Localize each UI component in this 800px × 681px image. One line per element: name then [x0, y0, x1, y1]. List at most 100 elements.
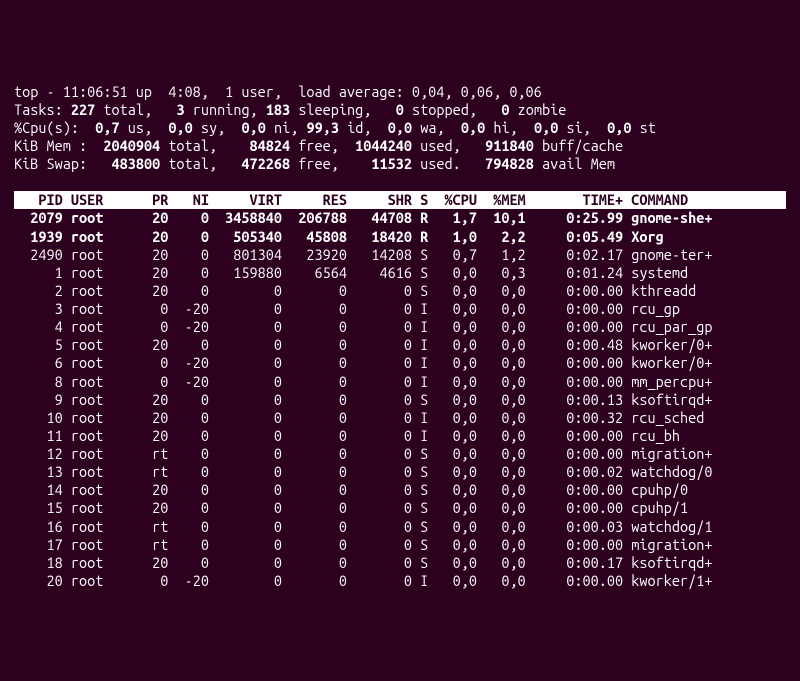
- cell-s: S: [412, 463, 428, 480]
- column-header-row[interactable]: PID USER PR NI VIRT RES SHR S %CPU %MEM …: [14, 191, 786, 209]
- process-row[interactable]: 2079 root 20 0 3458840 206788 44708 R 1,…: [14, 209, 786, 227]
- col-user[interactable]: USER: [71, 191, 144, 208]
- col-virt[interactable]: VIRT: [217, 191, 282, 208]
- process-row[interactable]: 3 root 0 -20 0 0 0 I 0,0 0,0 0:00.00 rcu…: [14, 300, 786, 318]
- cell-pr: 20: [144, 427, 168, 444]
- cell-res: 0: [290, 373, 347, 390]
- col-ni[interactable]: NI: [176, 191, 208, 208]
- cell-res: 0: [290, 554, 347, 571]
- terminal-output[interactable]: top - 11:06:51 up 4:08, 1 user, load ave…: [14, 83, 786, 591]
- cell-time: 0:00.00: [550, 354, 623, 371]
- process-row[interactable]: 15 root 20 0 0 0 0 S 0,0 0,0 0:00.00 cpu…: [14, 499, 786, 517]
- process-row[interactable]: 2490 root 20 0 801304 23920 14208 S 0,7 …: [14, 246, 786, 264]
- cell-shr: 4616: [355, 264, 412, 281]
- cell-shr: 0: [355, 391, 412, 408]
- col-mem[interactable]: %MEM: [485, 191, 526, 208]
- cell-virt: 801304: [217, 246, 282, 263]
- swap-total: 483800: [103, 155, 160, 172]
- cell-ni: 0: [176, 391, 208, 408]
- col-command[interactable]: COMMAND: [631, 191, 712, 208]
- cell-s: S: [412, 536, 428, 553]
- cell-mem: 0,0: [485, 463, 526, 480]
- cell-time: 0:05.49: [550, 228, 623, 245]
- col-shr[interactable]: SHR: [355, 191, 412, 208]
- cell-pid: 11: [14, 427, 63, 444]
- cell-ni: 0: [176, 264, 208, 281]
- cell-cpu: 0,0: [436, 264, 477, 281]
- mem-buff: 911840: [485, 137, 534, 154]
- cell-cpu: 0,0: [436, 391, 477, 408]
- process-row[interactable]: 16 root rt 0 0 0 0 S 0,0 0,0 0:00.03 wat…: [14, 518, 786, 536]
- cell-time: 0:02.17: [550, 246, 623, 263]
- process-row[interactable]: 1 root 20 0 159880 6564 4616 S 0,0 0,3 0…: [14, 264, 786, 282]
- tasks-label: Tasks:: [14, 101, 63, 118]
- cell-command: migration+: [631, 445, 712, 462]
- cell-ni: -20: [176, 354, 208, 371]
- cell-res: 0: [290, 391, 347, 408]
- cell-user: root: [71, 300, 144, 317]
- cell-mem: 10,1: [485, 209, 526, 226]
- cell-command: watchdog/0: [631, 463, 712, 480]
- cell-shr: 0: [355, 518, 412, 535]
- process-row[interactable]: 12 root rt 0 0 0 0 S 0,0 0,0 0:00.00 mig…: [14, 445, 786, 463]
- blank-line: [14, 173, 786, 191]
- col-pid[interactable]: PID: [14, 191, 63, 208]
- cell-command: gnome-she+: [631, 209, 712, 226]
- cell-pr: 20: [144, 209, 168, 226]
- process-row[interactable]: 11 root 20 0 0 0 0 I 0,0 0,0 0:00.00 rcu…: [14, 427, 786, 445]
- process-row[interactable]: 6 root 0 -20 0 0 0 I 0,0 0,0 0:00.00 kwo…: [14, 354, 786, 372]
- cell-cpu: 0,0: [436, 282, 477, 299]
- cell-shr: 0: [355, 354, 412, 371]
- cell-s: S: [412, 264, 428, 281]
- cell-pr: rt: [144, 536, 168, 553]
- col-res[interactable]: RES: [290, 191, 347, 208]
- cell-s: I: [412, 373, 428, 390]
- cell-pr: rt: [144, 445, 168, 462]
- col-pr[interactable]: PR: [144, 191, 168, 208]
- col-s[interactable]: S: [412, 191, 428, 208]
- cell-ni: 0: [176, 499, 208, 516]
- process-row[interactable]: 1939 root 20 0 505340 45808 18420 R 1,0 …: [14, 228, 786, 246]
- cell-user: root: [71, 354, 144, 371]
- cell-user: root: [71, 409, 144, 426]
- process-row[interactable]: 14 root 20 0 0 0 0 S 0,0 0,0 0:00.00 cpu…: [14, 481, 786, 499]
- cell-virt: 0: [217, 427, 282, 444]
- cell-virt: 0: [217, 481, 282, 498]
- process-row[interactable]: 13 root rt 0 0 0 0 S 0,0 0,0 0:00.02 wat…: [14, 463, 786, 481]
- cpu-us: 0,7: [95, 119, 119, 136]
- process-row[interactable]: 8 root 0 -20 0 0 0 I 0,0 0,0 0:00.00 mm_…: [14, 373, 786, 391]
- process-row[interactable]: 10 root 20 0 0 0 0 I 0,0 0,0 0:00.32 rcu…: [14, 409, 786, 427]
- cell-pid: 2: [14, 282, 63, 299]
- cell-time: 0:00.48: [550, 336, 623, 353]
- cell-command: watchdog/1: [631, 518, 712, 535]
- cell-virt: 0: [217, 300, 282, 317]
- cell-user: root: [71, 572, 144, 589]
- process-row[interactable]: 4 root 0 -20 0 0 0 I 0,0 0,0 0:00.00 rcu…: [14, 318, 786, 336]
- cell-virt: 159880: [217, 264, 282, 281]
- cell-user: root: [71, 445, 144, 462]
- process-row[interactable]: 5 root 20 0 0 0 0 I 0,0 0,0 0:00.48 kwor…: [14, 336, 786, 354]
- cell-user: root: [71, 336, 144, 353]
- cell-command: ksoftirqd+: [631, 391, 712, 408]
- col-cpu[interactable]: %CPU: [436, 191, 477, 208]
- process-row[interactable]: 9 root 20 0 0 0 0 S 0,0 0,0 0:00.13 ksof…: [14, 391, 786, 409]
- cell-mem: 0,0: [485, 445, 526, 462]
- cell-ni: 0: [176, 427, 208, 444]
- process-row[interactable]: 17 root rt 0 0 0 0 S 0,0 0,0 0:00.00 mig…: [14, 536, 786, 554]
- col-time[interactable]: TIME+: [550, 191, 623, 208]
- cell-pid: 12: [14, 445, 63, 462]
- cell-command: cpuhp/0: [631, 481, 688, 498]
- cell-pr: 0: [144, 572, 168, 589]
- process-row[interactable]: 20 root 0 -20 0 0 0 I 0,0 0,0 0:00.00 kw…: [14, 572, 786, 590]
- cell-virt: 0: [217, 282, 282, 299]
- cell-user: root: [71, 373, 144, 390]
- cell-ni: 0: [176, 409, 208, 426]
- cell-pid: 1: [14, 264, 63, 281]
- cell-pid: 2079: [14, 209, 63, 226]
- cell-ni: 0: [176, 463, 208, 480]
- cell-user: root: [71, 481, 144, 498]
- cpu-label: %Cpu(s):: [14, 119, 79, 136]
- cell-command: rcu_sched: [631, 409, 704, 426]
- cell-user: root: [71, 463, 144, 480]
- process-row[interactable]: 2 root 20 0 0 0 0 S 0,0 0,0 0:00.00 kthr…: [14, 282, 786, 300]
